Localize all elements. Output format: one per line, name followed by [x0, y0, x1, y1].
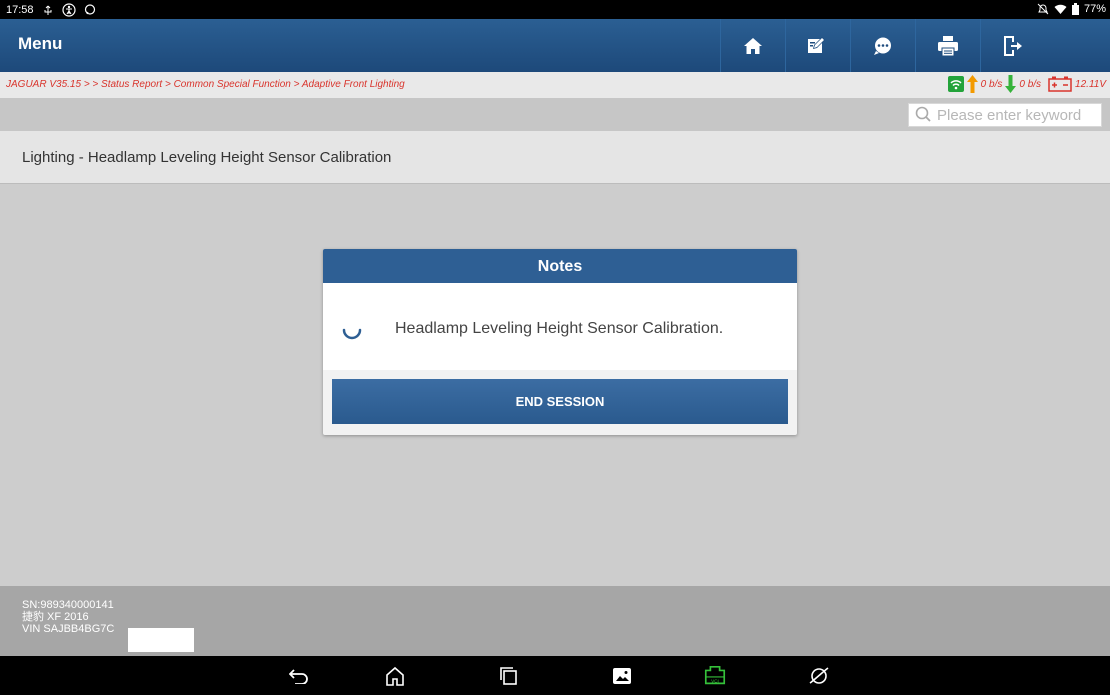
accessibility-icon	[61, 3, 76, 17]
search-bar	[0, 98, 1110, 131]
serial-number: SN:989340000141	[22, 599, 114, 611]
battery-icon	[1071, 3, 1079, 15]
breadcrumb[interactable]: JAGUAR V35.15 > > Status Report > Common…	[6, 79, 405, 90]
search-icon	[915, 106, 931, 122]
alarm-off-icon	[1037, 3, 1049, 15]
home-icon	[744, 37, 762, 54]
vci-icon: VCI	[704, 665, 726, 685]
vin-redaction	[128, 628, 194, 652]
recent-apps-button[interactable]	[497, 665, 521, 687]
browser-button[interactable]	[807, 665, 831, 687]
vehicle-info-footer: SN:989340000141 捷豹 XF 2016 VIN SAJBB4BG7…	[0, 586, 1110, 656]
loading-spinner-icon	[342, 328, 362, 340]
gallery-icon	[613, 668, 631, 684]
wifi-icon	[1054, 4, 1067, 14]
app-header: Menu	[0, 19, 1110, 72]
print-button[interactable]	[915, 19, 980, 72]
upload-arrow-icon	[966, 75, 978, 93]
exit-button[interactable]	[980, 19, 1045, 72]
gallery-button[interactable]	[610, 665, 634, 687]
usb-icon	[44, 5, 52, 15]
vci-button[interactable]: VCI	[703, 665, 727, 687]
clock: 17:58	[6, 4, 34, 16]
message-button[interactable]	[850, 19, 915, 72]
end-session-button[interactable]: END SESSION	[332, 379, 788, 424]
home-nav-icon	[386, 666, 404, 686]
dialog-message: Headlamp Leveling Height Sensor Calibrat…	[395, 320, 724, 337]
function-heading: Lighting - Headlamp Leveling Height Sens…	[0, 131, 1110, 184]
exit-icon	[1004, 35, 1022, 56]
edit-button[interactable]	[785, 19, 850, 72]
recent-apps-icon	[500, 667, 517, 685]
svg-text:VCI: VCI	[711, 678, 719, 683]
breadcrumb-bar: JAGUAR V35.15 > > Status Report > Common…	[0, 72, 1110, 98]
battery-level: 77%	[1083, 3, 1106, 15]
battery-voltage: 12.11V	[1075, 78, 1106, 90]
download-rate: 0 b/s	[1019, 78, 1042, 90]
vehicle-model: 捷豹 XF 2016	[22, 611, 89, 623]
download-arrow-icon	[1005, 75, 1017, 93]
navigation-bar: VCI	[0, 656, 1110, 695]
edit-icon	[808, 36, 825, 53]
browser-icon	[809, 667, 829, 684]
menu-title[interactable]: Menu	[18, 34, 62, 54]
battery-voltage-icon	[1048, 76, 1072, 92]
dialog-body: Headlamp Leveling Height Sensor Calibrat…	[323, 283, 797, 370]
search-input[interactable]	[935, 105, 1099, 125]
notes-dialog: Notes Headlamp Leveling Height Sensor Ca…	[323, 249, 797, 435]
dialog-title: Notes	[323, 249, 797, 283]
search-box[interactable]	[908, 103, 1102, 127]
back-button[interactable]	[287, 665, 311, 687]
message-icon	[874, 37, 891, 55]
page-title: Lighting - Headlamp Leveling Height Sens…	[22, 149, 392, 166]
upload-rate: 0 b/s	[980, 78, 1003, 90]
print-icon	[938, 35, 958, 56]
home-nav-button[interactable]	[383, 665, 407, 687]
chat-bubble-icon	[84, 4, 95, 15]
back-icon	[289, 669, 308, 684]
home-button[interactable]	[720, 19, 785, 72]
signal-icon	[947, 76, 964, 92]
status-bar: 17:58 77%	[0, 0, 1110, 19]
vin-number: VIN SAJBB4BG7C	[22, 623, 115, 635]
